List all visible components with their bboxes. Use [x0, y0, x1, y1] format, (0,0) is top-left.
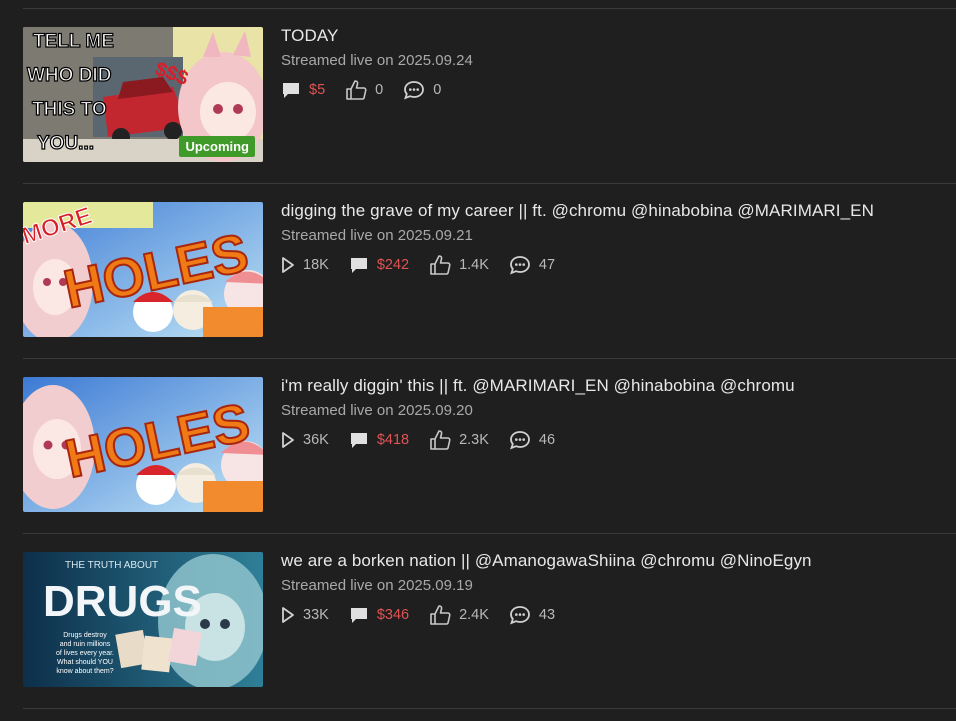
play-icon [282, 607, 294, 623]
stream-stats: 36K $418 2.3K 46 [281, 429, 575, 451]
stream-date: Streamed live on 2025.09.19 [281, 577, 473, 594]
likes-stat: 0 [345, 80, 383, 100]
stream-row[interactable]: HOLES i'm really diggin' this || ft. @MA… [0, 376, 956, 537]
divider [23, 708, 956, 709]
chat-bubble-icon [350, 433, 367, 448]
stream-thumbnail[interactable]: MORE HOLES [23, 202, 263, 337]
comments-count: 47 [538, 257, 556, 273]
thumbnail-art: HOLES [23, 377, 263, 512]
views-stat: 33K [281, 606, 329, 624]
stream-stats: $5 0 0 [281, 79, 461, 101]
stream-thumbnail[interactable]: THE TRUTH ABOUT DRUGS Drugs destroy and … [23, 552, 263, 687]
views-stat: 36K [281, 431, 329, 449]
thumbnail-art: THE TRUTH ABOUT DRUGS Drugs destroy and … [23, 552, 263, 687]
likes-count: 1.4K [459, 257, 489, 273]
thumb-text: know about them? [56, 668, 113, 675]
thumb-text: YOU... [37, 133, 94, 154]
thumbs-up-icon [430, 255, 451, 275]
stream-stats: 18K $242 1.4K 47 [281, 254, 575, 276]
thumb-text: THIS TO [32, 99, 107, 120]
stream-title[interactable]: digging the grave of my career || ft. @c… [281, 201, 874, 221]
thumb-text: WHO DID [27, 65, 111, 86]
comments-stat: 46 [509, 430, 555, 450]
stream-date: Streamed live on 2025.09.21 [281, 227, 473, 244]
comment-icon [509, 256, 530, 275]
play-icon [282, 432, 294, 448]
divider [23, 533, 956, 534]
comments-count: 43 [538, 607, 556, 623]
stream-date: Streamed live on 2025.09.20 [281, 402, 473, 419]
views-count: 33K [303, 607, 329, 623]
views-count: 36K [303, 432, 329, 448]
stream-date: Streamed live on 2025.09.24 [281, 52, 473, 69]
thumb-text: and ruin millions [60, 641, 111, 648]
divider [23, 358, 956, 359]
stream-list: TELL ME WHO DID THIS TO YOU... $$$ Upcom… [0, 0, 956, 721]
stream-row[interactable]: THE TRUTH ABOUT DRUGS Drugs destroy and … [0, 551, 956, 712]
likes-stat: 1.4K [429, 255, 489, 275]
play-icon [282, 257, 294, 273]
stream-title[interactable]: TODAY [281, 26, 339, 46]
superchat-stat: $418 [349, 431, 409, 449]
comments-stat: 43 [509, 605, 555, 625]
comments-stat: 0 [403, 80, 441, 100]
stream-title[interactable]: we are a borken nation || @AmanogawaShii… [281, 551, 812, 571]
likes-stat: 2.3K [429, 430, 489, 450]
superchat-amount: $242 [376, 257, 410, 273]
thumb-text: What should YOU [57, 659, 113, 666]
comments-count: 46 [538, 432, 556, 448]
superchat-stat: $5 [281, 81, 325, 99]
thumb-text: THE TRUTH ABOUT [65, 560, 158, 571]
superchat-amount: $418 [376, 432, 410, 448]
divider [23, 8, 956, 9]
thumbs-up-icon [430, 605, 451, 625]
stream-thumbnail[interactable]: TELL ME WHO DID THIS TO YOU... $$$ Upcom… [23, 27, 263, 162]
thumb-text: of lives every year. [56, 650, 114, 657]
likes-count: 2.4K [459, 607, 489, 623]
likes-count: 0 [375, 82, 384, 98]
superchat-stat: $242 [349, 256, 409, 274]
superchat-stat: $346 [349, 606, 409, 624]
comment-icon [509, 606, 530, 625]
thumb-text: DRUGS [43, 577, 202, 626]
stream-row[interactable]: MORE HOLES digging the grave of my caree… [0, 201, 956, 362]
likes-count: 2.3K [459, 432, 489, 448]
upcoming-badge: Upcoming [179, 136, 255, 157]
stream-thumbnail[interactable]: HOLES [23, 377, 263, 512]
chat-bubble-icon [283, 83, 299, 98]
comments-count: 0 [433, 82, 442, 98]
thumb-text: TELL ME [33, 31, 114, 52]
thumbs-up-icon [346, 80, 367, 100]
likes-stat: 2.4K [429, 605, 489, 625]
stream-row[interactable]: TELL ME WHO DID THIS TO YOU... $$$ Upcom… [0, 26, 956, 187]
divider [23, 183, 956, 184]
thumb-text: Drugs destroy [63, 632, 107, 639]
views-stat: 18K [281, 256, 329, 274]
comment-icon [509, 431, 530, 450]
stream-title[interactable]: i'm really diggin' this || ft. @MARIMARI… [281, 376, 795, 396]
comment-icon [404, 81, 425, 100]
thumbnail-art: MORE HOLES [23, 202, 263, 337]
superchat-amount: $5 [309, 82, 326, 98]
views-count: 18K [303, 257, 329, 273]
chat-bubble-icon [350, 608, 367, 623]
comments-stat: 47 [509, 255, 555, 275]
chat-bubble-icon [350, 258, 367, 273]
superchat-amount: $346 [376, 607, 410, 623]
stream-stats: 33K $346 2.4K 43 [281, 604, 575, 626]
thumbs-up-icon [430, 430, 451, 450]
